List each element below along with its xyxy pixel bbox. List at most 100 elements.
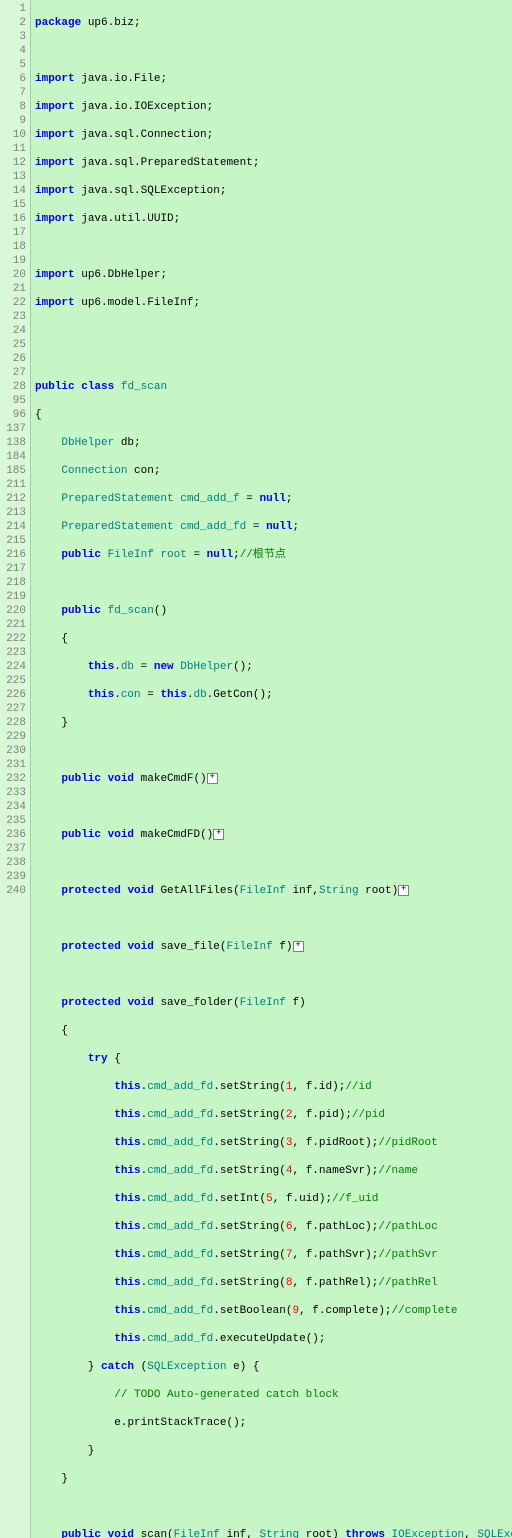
code-line[interactable]: public void makeCmdF()+: [35, 772, 512, 786]
line-num: 223: [2, 646, 26, 660]
code-line[interactable]: this.db = new DbHelper();: [35, 660, 512, 674]
code-line[interactable]: this.cmd_add_fd.setString(6, f.pathLoc);…: [35, 1220, 512, 1234]
code-line[interactable]: [35, 856, 512, 870]
code-line[interactable]: [35, 1500, 512, 1514]
code-line[interactable]: [35, 912, 512, 926]
line-num: 234: [2, 800, 26, 814]
code-line[interactable]: protected void save_file(FileInf f)+: [35, 940, 512, 954]
code-line[interactable]: DbHelper db;: [35, 436, 512, 450]
line-num: 19: [2, 254, 26, 268]
line-num: 16: [2, 212, 26, 226]
code-line[interactable]: import java.sql.Connection;: [35, 128, 512, 142]
line-num: 96: [2, 408, 26, 422]
code-line[interactable]: {: [35, 632, 512, 646]
code-line[interactable]: public fd_scan(): [35, 604, 512, 618]
code-line[interactable]: this.cmd_add_fd.setInt(5, f.uid);//f_uid: [35, 1192, 512, 1206]
code-line[interactable]: Connection con;: [35, 464, 512, 478]
code-line[interactable]: public class fd_scan: [35, 380, 512, 394]
code-line[interactable]: import java.io.File;: [35, 72, 512, 86]
line-num: 227: [2, 702, 26, 716]
line-num: 17: [2, 226, 26, 240]
line-num: 25: [2, 338, 26, 352]
code-line[interactable]: protected void GetAllFiles(FileInf inf,S…: [35, 884, 512, 898]
line-num: 226: [2, 688, 26, 702]
line-num: 230: [2, 744, 26, 758]
code-line[interactable]: import up6.model.FileInf;: [35, 296, 512, 310]
line-num: 213: [2, 506, 26, 520]
line-num: 219: [2, 590, 26, 604]
code-line[interactable]: import up6.DbHelper;: [35, 268, 512, 282]
code-line[interactable]: [35, 800, 512, 814]
code-line[interactable]: public void scan(FileInf inf, String roo…: [35, 1528, 512, 1538]
line-num: 237: [2, 842, 26, 856]
code-line[interactable]: PreparedStatement cmd_add_f = null;: [35, 492, 512, 506]
code-line[interactable]: [35, 44, 512, 58]
line-num: 228: [2, 716, 26, 730]
line-num: 216: [2, 548, 26, 562]
fold-icon[interactable]: +: [207, 773, 218, 784]
code-line[interactable]: import java.sql.SQLException;: [35, 184, 512, 198]
code-area[interactable]: package up6.biz; import java.io.File; im…: [31, 0, 512, 1538]
fold-icon[interactable]: +: [293, 941, 304, 952]
code-line[interactable]: public FileInf root = null;//根节点: [35, 548, 512, 562]
line-num: 23: [2, 310, 26, 324]
line-num: 215: [2, 534, 26, 548]
code-line[interactable]: PreparedStatement cmd_add_fd = null;: [35, 520, 512, 534]
code-line[interactable]: this.cmd_add_fd.executeUpdate();: [35, 1332, 512, 1346]
code-line[interactable]: [35, 324, 512, 338]
line-num: 2: [2, 16, 26, 30]
code-line[interactable]: import java.sql.PreparedStatement;: [35, 156, 512, 170]
code-line[interactable]: [35, 576, 512, 590]
code-editor[interactable]: 1 2 3 4 5 6 7 8 9 10 11 12 13 14 15 16 1…: [0, 0, 512, 1538]
line-num: 137: [2, 422, 26, 436]
code-line[interactable]: this.cmd_add_fd.setBoolean(9, f.complete…: [35, 1304, 512, 1318]
line-num: 20: [2, 268, 26, 282]
code-line[interactable]: [35, 352, 512, 366]
code-line[interactable]: import java.util.UUID;: [35, 212, 512, 226]
code-line[interactable]: }: [35, 1472, 512, 1486]
line-num: 185: [2, 464, 26, 478]
code-line[interactable]: try {: [35, 1052, 512, 1066]
line-num: 26: [2, 352, 26, 366]
line-num: 236: [2, 828, 26, 842]
code-line[interactable]: {: [35, 1024, 512, 1038]
line-num: 212: [2, 492, 26, 506]
code-line[interactable]: protected void save_folder(FileInf f): [35, 996, 512, 1010]
code-line[interactable]: this.cmd_add_fd.setString(1, f.id);//id: [35, 1080, 512, 1094]
line-num: 14: [2, 184, 26, 198]
line-num: 224: [2, 660, 26, 674]
code-line[interactable]: {: [35, 408, 512, 422]
line-num: 22: [2, 296, 26, 310]
code-line[interactable]: public void makeCmdFD()+: [35, 828, 512, 842]
code-line[interactable]: }: [35, 716, 512, 730]
line-num: 220: [2, 604, 26, 618]
code-line[interactable]: [35, 968, 512, 982]
fold-icon[interactable]: +: [213, 829, 224, 840]
line-num: 7: [2, 86, 26, 100]
code-line[interactable]: this.cmd_add_fd.setString(2, f.pid);//pi…: [35, 1108, 512, 1122]
code-line[interactable]: } catch (SQLException e) {: [35, 1360, 512, 1374]
line-num: 222: [2, 632, 26, 646]
code-line[interactable]: this.cmd_add_fd.setString(3, f.pidRoot);…: [35, 1136, 512, 1150]
code-line[interactable]: package up6.biz;: [35, 16, 512, 30]
line-num: 3: [2, 30, 26, 44]
code-line[interactable]: this.cmd_add_fd.setString(7, f.pathSvr);…: [35, 1248, 512, 1262]
code-line[interactable]: }: [35, 1444, 512, 1458]
line-num: 239: [2, 870, 26, 884]
code-line[interactable]: e.printStackTrace();: [35, 1416, 512, 1430]
code-line[interactable]: [35, 744, 512, 758]
line-num: 12: [2, 156, 26, 170]
code-line[interactable]: import java.io.IOException;: [35, 100, 512, 114]
code-line[interactable]: [35, 240, 512, 254]
fold-icon[interactable]: +: [398, 885, 409, 896]
line-num: 95: [2, 394, 26, 408]
code-line[interactable]: this.cmd_add_fd.setString(4, f.nameSvr);…: [35, 1164, 512, 1178]
line-num: 21: [2, 282, 26, 296]
code-line[interactable]: // TODO Auto-generated catch block: [35, 1388, 512, 1402]
line-num: 5: [2, 58, 26, 72]
line-num: 211: [2, 478, 26, 492]
code-line[interactable]: this.cmd_add_fd.setString(8, f.pathRel);…: [35, 1276, 512, 1290]
line-num: 18: [2, 240, 26, 254]
code-line[interactable]: this.con = this.db.GetCon();: [35, 688, 512, 702]
line-num: 184: [2, 450, 26, 464]
